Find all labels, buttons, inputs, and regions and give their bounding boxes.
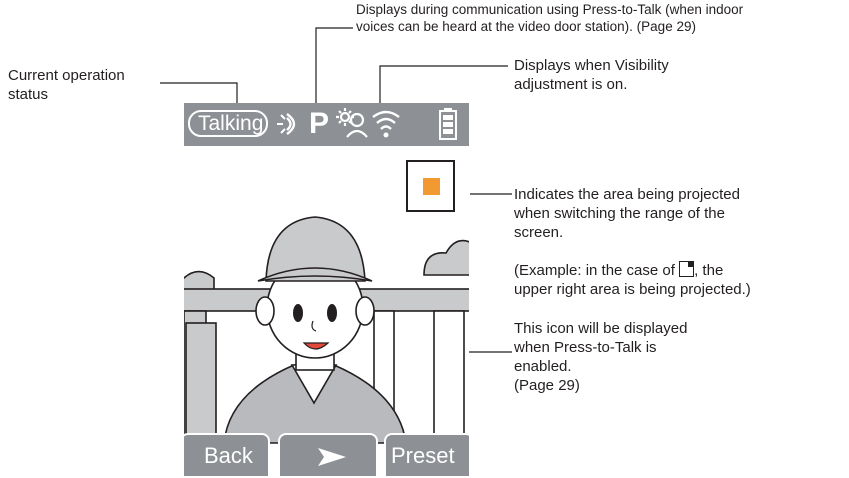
- callout-press-to-talk-icon: This icon will be displayed when Press-t…: [514, 320, 688, 394]
- visibility-adjust-icon: [336, 108, 368, 138]
- callout-press-to-talk-display: Displays during communication using Pres…: [356, 2, 744, 34]
- next-button[interactable]: [278, 433, 378, 478]
- talk-waves-icon: [277, 113, 296, 135]
- arrow-right-icon: [318, 448, 346, 466]
- status-label: Talking: [188, 110, 268, 137]
- back-button[interactable]: Back: [184, 433, 270, 478]
- screen-range-indicator: [406, 160, 455, 212]
- p-icon: P: [309, 107, 330, 140]
- callout-visibility: Displays when Visibility adjustment is o…: [514, 57, 669, 93]
- callout-operation-status: Current operation status: [8, 67, 125, 103]
- monitor-screen: Talking P Back Preset: [184, 103, 469, 478]
- range-marker: [423, 178, 440, 195]
- wifi-signal-icon: [372, 110, 400, 138]
- callout-range-text: Indicates the area being projected when …: [514, 186, 740, 241]
- range-example-icon: [679, 261, 695, 277]
- preset-button[interactable]: Preset: [384, 433, 469, 478]
- callout-range-example-prefix: (Example: in the case of: [514, 262, 680, 279]
- battery-icon: [439, 108, 457, 140]
- status-bar: Talking P: [184, 103, 469, 146]
- callout-range: Indicates the area being projected when …: [514, 166, 844, 299]
